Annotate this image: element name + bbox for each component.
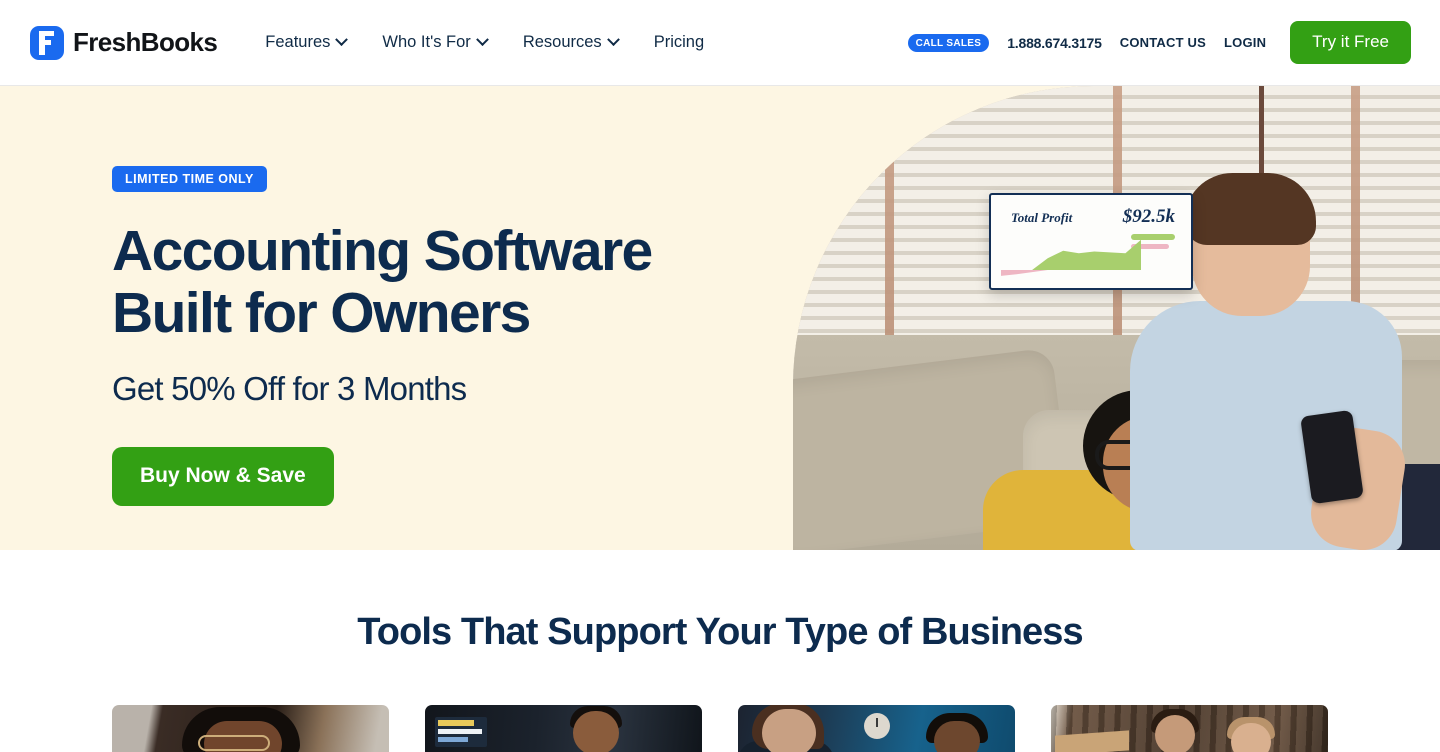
hero-photo: Total Profit $92.5k (793, 86, 1440, 550)
try-it-free-button[interactable]: Try it Free (1290, 21, 1411, 64)
logo-text: FreshBooks (73, 27, 218, 57)
glasses-icon (198, 735, 270, 751)
card-workshop[interactable] (1051, 705, 1328, 752)
hero-copy: LIMITED TIME ONLY Accounting Software Bu… (112, 166, 732, 507)
nav-item-label: Resources (522, 33, 602, 51)
card-man-at-computer[interactable] (425, 705, 702, 752)
nav-item-label: Features (265, 33, 331, 51)
nav-item-features[interactable]: Features (265, 33, 349, 52)
chevron-down-icon (606, 33, 620, 47)
chart-series-profit-green (1001, 239, 1141, 270)
hero-subheading: Get 50% Off for 3 Months (112, 370, 467, 408)
card-two-people-blue[interactable] (738, 705, 1015, 752)
tools-section-title: Tools That Support Your Type of Business (357, 611, 1083, 653)
nav-item-resources[interactable]: Resources (522, 33, 620, 52)
login-link[interactable]: LOGIN (1224, 35, 1266, 50)
nav-item-who-its-for[interactable]: Who It's For (382, 33, 489, 52)
primary-nav: Features Who It's For Resources Pricing (265, 33, 704, 52)
total-profit-label: Total Profit (1011, 210, 1073, 225)
card-woman-at-desk[interactable] (112, 705, 389, 752)
limited-time-badge: LIMITED TIME ONLY (112, 166, 267, 192)
call-sales-badge[interactable]: CALL SALES (907, 33, 990, 52)
chart-series-loss-pink (1001, 270, 1141, 276)
logo[interactable]: FreshBooks (30, 25, 218, 60)
tools-section: Tools That Support Your Type of Business (0, 550, 1440, 752)
freshbooks-logo-icon (30, 25, 64, 60)
hero-heading-line-2: Built for Owners (112, 280, 531, 345)
tools-card-row (112, 705, 1328, 752)
total-profit-card: Total Profit $92.5k (989, 193, 1193, 290)
wall-clock-icon (864, 713, 890, 739)
phone-number-link[interactable]: 1.888.674.3175 (1007, 35, 1102, 51)
contact-us-link[interactable]: CONTACT US (1120, 35, 1206, 50)
hero-heading-line-1: Accounting Software (112, 219, 653, 283)
nav-item-label: Who It's For (382, 33, 471, 51)
header-utility-nav: CALL SALES 1.888.674.3175 CONTACT US LOG… (907, 21, 1411, 64)
nav-item-label: Pricing (653, 33, 705, 51)
site-header: FreshBooks Features Who It's For Resourc… (0, 0, 1440, 86)
hero-heading: Accounting Software Built for Owners (112, 219, 732, 345)
chevron-down-icon (335, 33, 349, 47)
nav-item-pricing[interactable]: Pricing (654, 33, 704, 52)
total-profit-value: $92.5k (1122, 206, 1175, 227)
total-profit-chart (1001, 239, 1141, 276)
buy-now-and-save-button[interactable]: Buy Now & Save (112, 447, 334, 507)
chevron-down-icon (475, 33, 489, 47)
hero-section: LIMITED TIME ONLY Accounting Software Bu… (0, 86, 1440, 550)
